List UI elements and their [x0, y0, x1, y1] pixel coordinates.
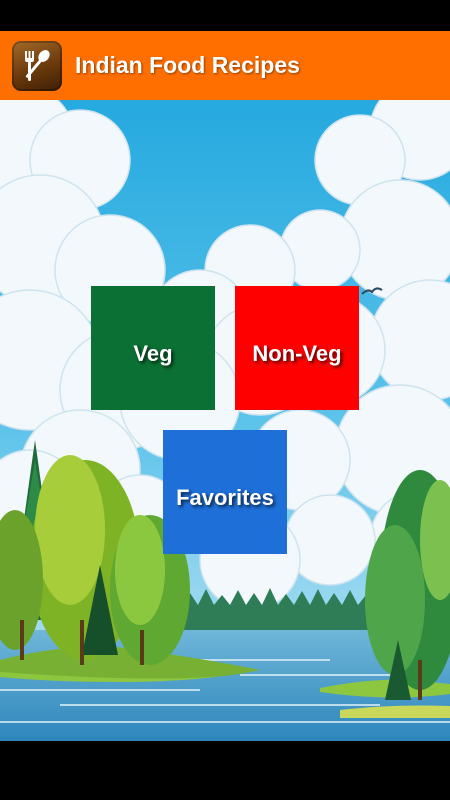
- veg-label: Veg: [133, 341, 173, 366]
- favorites-button[interactable]: Favorites: [163, 430, 287, 554]
- navigation-bar: [0, 741, 450, 800]
- app-logo-icon: [12, 40, 62, 91]
- non-veg-label: Non-Veg: [252, 341, 342, 366]
- status-bar: [0, 0, 450, 31]
- app-title: Indian Food Recipes: [75, 52, 300, 78]
- veg-button[interactable]: Veg: [91, 286, 215, 410]
- fork-spoon-icon: [25, 49, 50, 81]
- main-content: Veg Non-Veg Favorites: [0, 100, 450, 741]
- non-veg-button[interactable]: Non-Veg: [235, 286, 359, 410]
- favorites-label: Favorites: [176, 485, 274, 510]
- app-bar: Indian Food Recipes: [0, 31, 450, 100]
- background-scene: [0, 100, 450, 741]
